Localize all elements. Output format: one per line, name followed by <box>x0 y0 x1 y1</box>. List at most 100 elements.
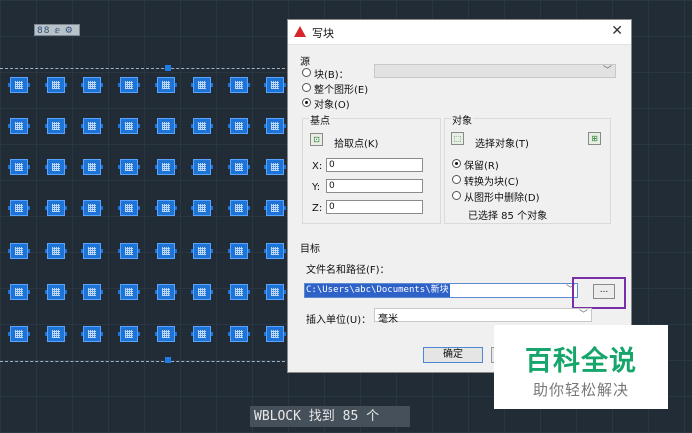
x-input[interactable]: 0 <box>326 158 423 172</box>
drawing-block[interactable] <box>228 326 250 342</box>
drawing-block[interactable] <box>45 200 67 216</box>
units-select[interactable]: 毫米 ﹀ <box>374 308 592 325</box>
drawing-block[interactable] <box>228 118 250 134</box>
drawing-block[interactable] <box>45 159 67 175</box>
drawing-block[interactable] <box>264 118 286 134</box>
objects-group-label: 对象 <box>451 112 473 127</box>
close-icon[interactable]: ✕ <box>611 23 623 39</box>
dialog-title: 写块 <box>312 27 334 40</box>
drawing-block[interactable] <box>8 326 30 342</box>
drawing-block[interactable] <box>8 77 30 93</box>
radio-retain[interactable] <box>452 159 461 168</box>
z-input[interactable]: 0 <box>326 200 423 214</box>
viewport-mini-toolbar[interactable]: 88 ⅇ ⚙ <box>34 24 80 36</box>
watermark-title: 百科全说 <box>525 346 637 377</box>
drawing-block[interactable] <box>155 200 177 216</box>
drawing-block[interactable] <box>118 77 140 93</box>
file-path-combo[interactable]: C:\Users\abc\Documents\新块 ﹀ <box>304 283 578 298</box>
chevron-down-icon: ﹀ <box>602 66 612 76</box>
drawing-block[interactable] <box>264 200 286 216</box>
drawing-block[interactable] <box>155 159 177 175</box>
drawing-block[interactable] <box>81 284 103 300</box>
y-input[interactable]: 0 <box>326 179 423 193</box>
watermark: 百科全说 助你轻松解决 <box>494 325 668 409</box>
drawing-block[interactable] <box>81 77 103 93</box>
drawing-block[interactable] <box>45 118 67 134</box>
file-path-value: C:\Users\abc\Documents\新块 <box>305 284 450 297</box>
drawing-block[interactable] <box>191 326 213 342</box>
block-name-select[interactable]: ﹀ <box>374 64 616 78</box>
pick-point-icon[interactable]: ⊡ <box>310 133 323 146</box>
drawing-block[interactable] <box>155 243 177 259</box>
quick-select-icon[interactable]: ⊞ <box>588 132 601 145</box>
drawing-block[interactable] <box>264 77 286 93</box>
z-label: Z: <box>312 203 323 214</box>
drawing-block[interactable] <box>8 243 30 259</box>
selection-grip[interactable] <box>165 65 171 71</box>
drawing-block[interactable] <box>191 284 213 300</box>
drawing-block[interactable] <box>81 326 103 342</box>
drawing-block[interactable] <box>81 118 103 134</box>
radio-objects[interactable] <box>302 98 311 107</box>
drawing-block[interactable] <box>264 243 286 259</box>
drawing-block[interactable] <box>155 77 177 93</box>
source-section-label: 源 <box>300 57 310 68</box>
drawing-block[interactable] <box>8 200 30 216</box>
select-objects-icon[interactable]: ⬚ <box>451 132 464 145</box>
drawing-block[interactable] <box>8 284 30 300</box>
drawing-block[interactable] <box>118 159 140 175</box>
drawing-block[interactable] <box>228 200 250 216</box>
drawing-block[interactable] <box>228 284 250 300</box>
drawing-block[interactable] <box>264 159 286 175</box>
drawing-block[interactable] <box>118 118 140 134</box>
x-label: X: <box>312 161 323 172</box>
drawing-block[interactable] <box>264 326 286 342</box>
selection-status: 已选择 85 个对象 <box>468 211 548 222</box>
drawing-block[interactable] <box>191 200 213 216</box>
destination-section-label: 目标 <box>300 244 320 255</box>
drawing-block[interactable] <box>81 159 103 175</box>
radio-block-label: 块(B)： <box>314 70 349 81</box>
units-label: 插入单位(U)： <box>306 315 372 326</box>
drawing-block[interactable] <box>191 243 213 259</box>
drawing-block[interactable] <box>191 77 213 93</box>
radio-block[interactable] <box>302 68 311 77</box>
drawing-block[interactable] <box>45 243 67 259</box>
pick-point-label: 拾取点(K) <box>334 139 379 150</box>
dialog-titlebar: 写块 ✕ <box>288 20 631 45</box>
radio-delete-from-drawing[interactable] <box>452 191 461 200</box>
drawing-block[interactable] <box>118 200 140 216</box>
selection-grip[interactable] <box>165 357 171 363</box>
drawing-block[interactable] <box>81 243 103 259</box>
autocad-app-icon <box>294 26 306 37</box>
radio-delete-label: 从图形中删除(D) <box>464 193 540 204</box>
drawing-block[interactable] <box>264 284 286 300</box>
ok-button[interactable]: 确定 <box>423 347 483 363</box>
radio-convert-to-block[interactable] <box>452 175 461 184</box>
drawing-block[interactable] <box>228 243 250 259</box>
drawing-block[interactable] <box>118 284 140 300</box>
highlight-annotation <box>572 277 626 309</box>
drawing-block[interactable] <box>8 159 30 175</box>
drawing-block[interactable] <box>45 326 67 342</box>
select-objects-label: 选择对象(T) <box>475 139 529 150</box>
drawing-block[interactable] <box>191 159 213 175</box>
command-line-status: WBLOCK 找到 85 个 <box>250 406 410 427</box>
drawing-block[interactable] <box>81 200 103 216</box>
drawing-block[interactable] <box>45 77 67 93</box>
drawing-block[interactable] <box>155 326 177 342</box>
drawing-block[interactable] <box>45 284 67 300</box>
drawing-block[interactable] <box>118 243 140 259</box>
radio-objects-label: 对象(O) <box>314 100 350 111</box>
drawing-block[interactable] <box>228 159 250 175</box>
drawing-block[interactable] <box>228 77 250 93</box>
units-value: 毫米 <box>378 314 398 325</box>
drawing-block[interactable] <box>118 326 140 342</box>
drawing-block[interactable] <box>155 284 177 300</box>
drawing-block[interactable] <box>155 118 177 134</box>
radio-entire-drawing[interactable] <box>302 83 311 92</box>
drawing-block[interactable] <box>8 118 30 134</box>
y-label: Y: <box>312 182 321 193</box>
drawing-block[interactable] <box>191 118 213 134</box>
write-block-dialog: 写块 ✕ 源 块(B)： ﹀ 整个图形(E) 对象(O) 基点 ⊡ 拾取点(K)… <box>287 19 632 373</box>
